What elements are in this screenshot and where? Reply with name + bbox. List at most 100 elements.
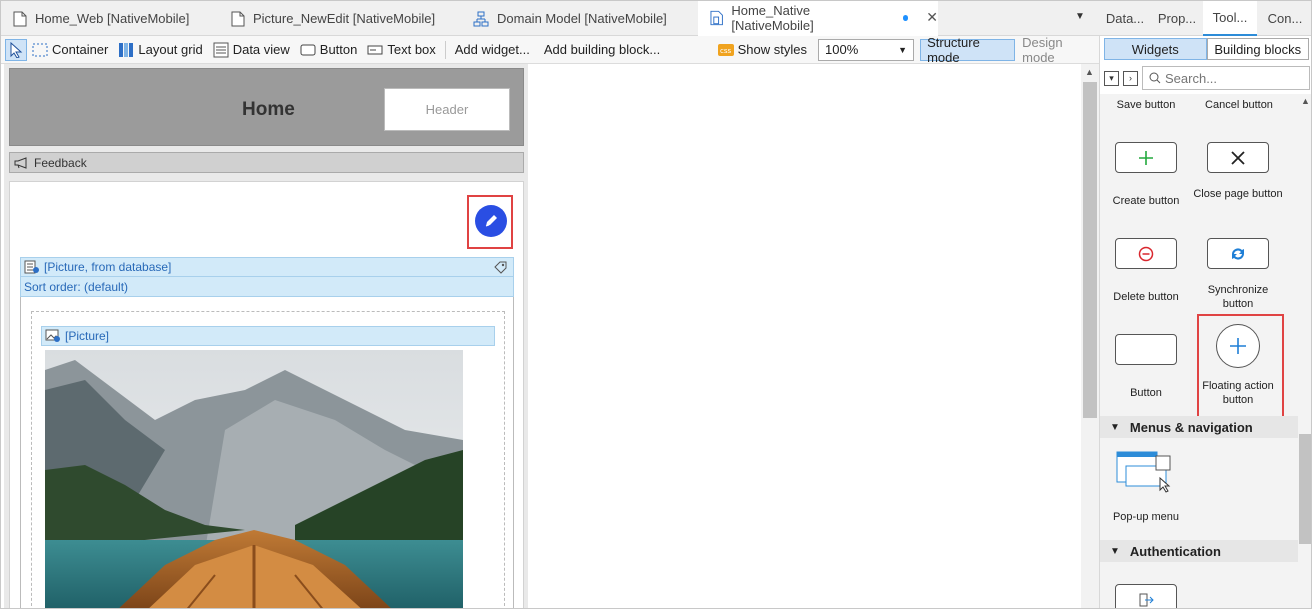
sign-in-icon — [1139, 593, 1154, 606]
select-tool-button[interactable] — [5, 38, 27, 61]
page-icon — [231, 11, 245, 26]
tab-properties[interactable]: Prop... — [1151, 1, 1203, 36]
tab-home-native[interactable]: Home_Native [NativeMobile] ✕ — [698, 1, 938, 36]
tab-domain-model[interactable]: Domain Model [NativeMobile] — [461, 1, 697, 36]
show-styles-button[interactable]: css Show styles — [713, 37, 812, 63]
container-label: Container — [52, 42, 109, 57]
toolbox-search[interactable] — [1142, 66, 1310, 90]
data-view-icon — [213, 42, 229, 57]
layout-grid-icon — [119, 42, 134, 57]
scrollbar-thumb[interactable] — [1083, 82, 1097, 418]
image-icon — [45, 329, 60, 342]
popup-menu-widget[interactable] — [1116, 448, 1178, 503]
category-label: Authentication — [1129, 543, 1221, 559]
picture-label: [Picture] — [65, 329, 110, 343]
close-page-button-label: Close page button — [1193, 188, 1283, 200]
layout-grid-tool-button[interactable]: Layout grid — [113, 37, 207, 63]
search-input[interactable] — [1165, 70, 1305, 86]
data-view-source: [Picture, from database] — [44, 260, 172, 274]
page-header[interactable]: Home Header — [9, 68, 524, 146]
toolbox-panel: Widgets Building blocks ▾ › Save button … — [1099, 36, 1311, 608]
tab-connector[interactable]: Con... — [1257, 1, 1311, 36]
close-page-button-widget[interactable] — [1207, 142, 1269, 173]
data-view-header[interactable]: [Picture, from database] — [20, 257, 514, 277]
tab-data[interactable]: Data... — [1099, 1, 1151, 36]
login-widget[interactable] — [1115, 584, 1177, 608]
close-icon[interactable]: ✕ — [926, 9, 938, 26]
zoom-select[interactable]: 100% ▼ — [818, 38, 915, 61]
floating-action-button-widget[interactable] — [1216, 324, 1260, 368]
widgets-tab[interactable]: Widgets — [1104, 38, 1207, 60]
chevron-down-icon: ▼ — [1110, 545, 1120, 557]
category-label: Menus & navigation — [1129, 419, 1253, 435]
button-icon — [300, 44, 316, 55]
building-blocks-tab[interactable]: Building blocks — [1206, 38, 1309, 60]
data-view-tool-button[interactable]: Data view — [208, 37, 295, 63]
sync-icon — [1232, 247, 1244, 260]
app-window: Home_Web [NativeMobile] Picture_NewEdit … — [0, 0, 1312, 609]
floating-action-button[interactable] — [475, 205, 507, 237]
scroll-up-icon[interactable]: ▲ — [1085, 67, 1094, 77]
scrollbar-thumb[interactable] — [1299, 434, 1311, 544]
tab-toolbox[interactable]: Tool... — [1203, 1, 1257, 36]
popup-menu-icon — [1116, 451, 1171, 493]
structure-mode-button[interactable]: Structure mode — [920, 35, 1016, 65]
tab-picture-newedit[interactable]: Picture_NewEdit [NativeMobile] — [219, 1, 459, 36]
picture-widget-header[interactable]: [Picture] — [41, 326, 495, 346]
native-page-frame: Home Header Feedback [Picture, from data… — [4, 64, 528, 608]
add-building-block-button[interactable]: Add building block... — [539, 37, 665, 63]
toolbar-divider — [444, 40, 446, 59]
css-icon: css — [717, 43, 734, 56]
megaphone-icon — [14, 156, 27, 169]
synchronize-button-widget[interactable] — [1207, 238, 1269, 269]
search-icon — [1149, 72, 1161, 84]
pencil-icon — [485, 215, 497, 227]
tab-label: Picture_NewEdit [NativeMobile] — [253, 11, 436, 26]
close-icon — [1231, 150, 1245, 165]
data-view-body: [Picture] — [20, 297, 514, 608]
toolbox-view-switch: Widgets Building blocks — [1104, 38, 1309, 60]
button-tool-button[interactable]: Button — [295, 37, 363, 63]
feedback-widget[interactable]: Feedback — [9, 152, 524, 173]
tab-overflow-icon[interactable]: ▼ — [1075, 11, 1085, 22]
tab-label: Home_Web [NativeMobile] — [35, 11, 190, 26]
picture-image — [45, 350, 463, 608]
create-button-label: Create button — [1112, 195, 1180, 207]
zoom-value: 100% — [825, 42, 859, 57]
data-view-label: Data view — [232, 42, 290, 57]
tab-home-web[interactable]: Home_Web [NativeMobile] — [1, 1, 221, 36]
editor-toolbar: Container Layout grid Data view Button T… — [1, 35, 1099, 65]
button-widget[interactable] — [1115, 334, 1177, 365]
cancel-button-widget-label[interactable]: Cancel button — [1194, 98, 1284, 112]
feedback-label: Feedback — [34, 155, 87, 170]
tag-icon — [494, 261, 507, 274]
header-placeholder[interactable]: Header — [384, 88, 510, 131]
expand-all-icon[interactable]: › — [1123, 70, 1138, 86]
container-icon — [32, 43, 48, 56]
unsaved-dot — [902, 14, 909, 21]
show-styles-label: Show styles — [737, 42, 808, 57]
design-mode-button[interactable]: Design mode — [1015, 35, 1099, 65]
delete-button-widget[interactable] — [1115, 238, 1177, 269]
page-content: [Picture, from database] Sort order: (de… — [9, 181, 524, 608]
category-menus-navigation[interactable]: ▼ Menus & navigation — [1100, 416, 1298, 438]
page-icon — [13, 11, 27, 26]
toolbox-scrollbar[interactable]: ▲ — [1298, 94, 1311, 608]
text-box-tool-button[interactable]: Text box — [362, 37, 440, 63]
tab-label: Home_Native [NativeMobile] — [731, 2, 814, 33]
container-tool-button[interactable]: Container — [27, 37, 113, 63]
canvas-scrollbar[interactable]: ▲ — [1081, 64, 1099, 608]
scroll-up-icon[interactable]: ▲ — [1301, 96, 1310, 106]
delete-button-label: Delete button — [1113, 291, 1179, 303]
plus-icon — [1230, 338, 1246, 354]
category-authentication[interactable]: ▼ Authentication — [1100, 540, 1298, 562]
collapse-all-icon[interactable]: ▾ — [1104, 70, 1119, 86]
chevron-down-icon: ▼ — [1110, 421, 1120, 433]
popup-menu-label: Pop-up menu — [1112, 511, 1180, 523]
page-title: Home — [242, 99, 295, 120]
add-widget-button[interactable]: Add widget... — [450, 37, 535, 63]
create-button-widget[interactable] — [1115, 142, 1177, 173]
toolbox-search-row: ▾ › — [1104, 66, 1310, 90]
save-button-widget-label[interactable]: Save button — [1101, 98, 1191, 112]
native-page-icon — [710, 10, 723, 25]
